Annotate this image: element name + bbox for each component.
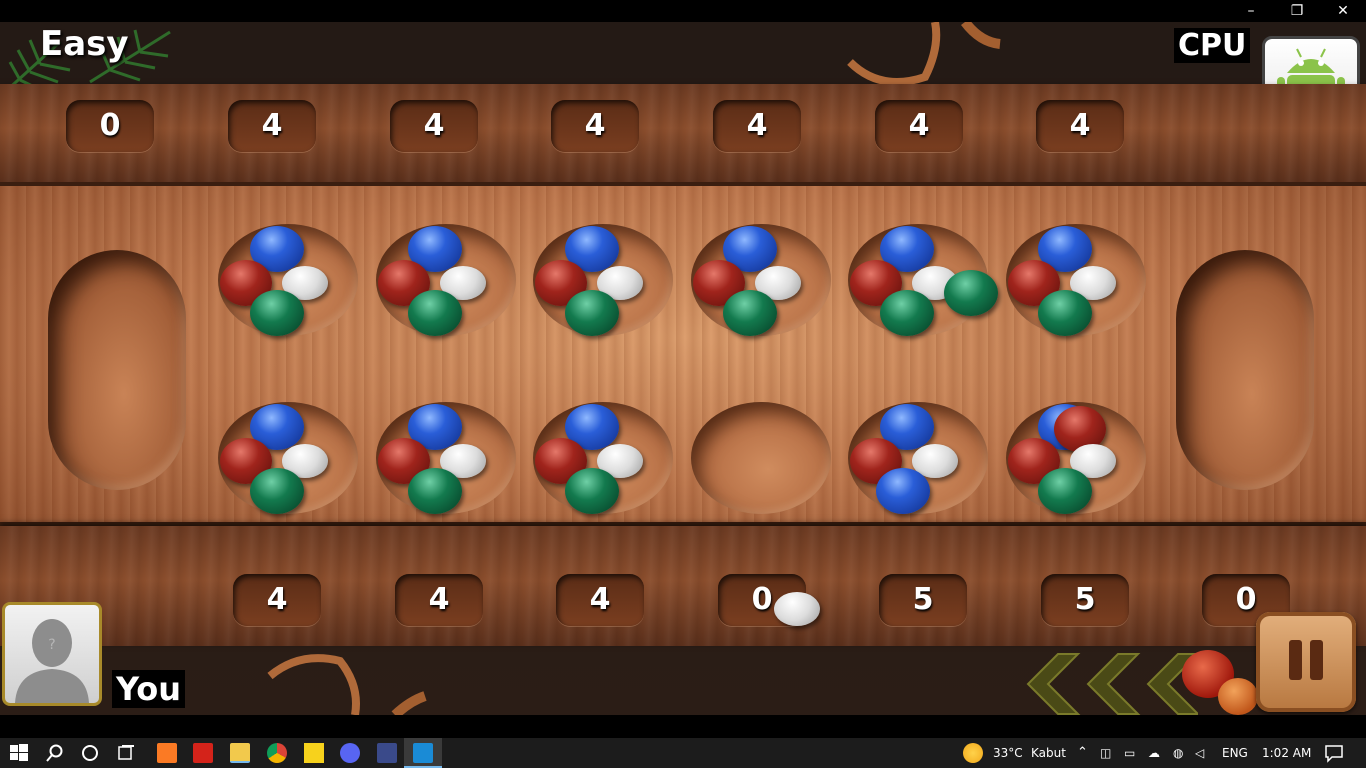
opponent-pit-count: 4 (1036, 100, 1124, 152)
xampp-icon[interactable] (157, 743, 177, 763)
tray-icon[interactable]: ◫ (1100, 738, 1111, 768)
green-marble (250, 468, 304, 514)
cortana-icon[interactable] (80, 743, 100, 763)
player-pit-count: 4 (556, 574, 644, 626)
volume-icon[interactable]: ◁ (1195, 738, 1204, 768)
player-pit-count: 5 (1041, 574, 1129, 626)
battery-icon[interactable]: ▭ (1124, 738, 1135, 768)
minimize-icon: – (1247, 3, 1255, 19)
weather-icon[interactable] (963, 743, 983, 763)
opponent-pit (848, 224, 998, 336)
cinnamon-decoration (267, 654, 427, 715)
user-silhouette-icon: ? (15, 619, 89, 703)
task-view-icon[interactable] (116, 743, 136, 763)
file-explorer-icon[interactable] (230, 743, 250, 763)
discord-icon[interactable] (340, 743, 360, 763)
player-pit-count: 5 (879, 574, 967, 626)
start-icon[interactable] (9, 743, 29, 763)
restore-icon: ❐ (1290, 3, 1304, 19)
green-marble (408, 468, 462, 514)
mancala-board (0, 182, 1366, 526)
difficulty-label: Easy (40, 24, 129, 64)
opponent-rail (0, 84, 1366, 182)
opponent-pit (1006, 224, 1146, 336)
player-pit[interactable] (1006, 402, 1146, 514)
chevron-up-icon[interactable]: ⌃ (1077, 738, 1088, 768)
green-marble (565, 468, 619, 514)
opponent-label: CPU (1174, 28, 1251, 63)
opponent-pit-count: 4 (551, 100, 639, 152)
green-marble (880, 290, 934, 336)
blue-marble (876, 468, 930, 514)
sticky-notes-icon[interactable] (304, 743, 324, 763)
game-area: Easy CPU 0 4 4 4 4 4 4 4 4 4 0 5 5 0 ? Y… (0, 22, 1366, 715)
close-button[interactable]: ✕ (1320, 0, 1366, 22)
player-pit-count: 4 (233, 574, 321, 626)
notification-icon[interactable] (1324, 743, 1344, 763)
window-titlebar: – ❐ ✕ (0, 0, 1366, 22)
player-avatar: ? (2, 602, 102, 706)
opponent-pit-count: 4 (875, 100, 963, 152)
opponent-pit-count: 4 (228, 100, 316, 152)
green-marble (723, 290, 777, 336)
player-pit-empty[interactable] (691, 402, 831, 514)
white-marble-moving (774, 592, 820, 626)
opponent-store (48, 250, 186, 490)
avatar-question-mark: ? (48, 637, 55, 653)
green-marble (408, 290, 462, 336)
green-marble (565, 290, 619, 336)
search-icon[interactable] (45, 743, 65, 763)
turn-arrows-icon (1026, 653, 1198, 715)
opponent-store-count: 0 (66, 100, 154, 152)
opponent-pit (376, 224, 516, 336)
weather-desc[interactable]: Kabut (1031, 738, 1066, 768)
player-pit[interactable] (218, 402, 358, 514)
onedrive-icon[interactable]: ☁ (1148, 738, 1160, 768)
pause-button[interactable] (1256, 612, 1356, 712)
player-pit[interactable] (533, 402, 673, 514)
opponent-pit-count: 4 (390, 100, 478, 152)
player-store (1176, 250, 1314, 490)
weather-temp[interactable]: 33°C (993, 738, 1023, 768)
opponent-pit-count: 4 (713, 100, 801, 152)
chrome-icon[interactable] (267, 743, 287, 763)
green-marble (1038, 468, 1092, 514)
green-marble (1038, 290, 1092, 336)
network-icon[interactable]: ◍ (1173, 738, 1183, 768)
player-pit-count: 4 (395, 574, 483, 626)
player-pit[interactable] (376, 402, 516, 514)
close-icon: ✕ (1337, 3, 1349, 19)
green-marble (250, 290, 304, 336)
opponent-pit (218, 224, 358, 336)
app-icon[interactable] (377, 743, 397, 763)
media-player-icon[interactable] (413, 743, 433, 763)
ornament-decoration (1218, 678, 1258, 715)
minimize-button[interactable]: – (1228, 0, 1274, 22)
green-marble-moving (944, 270, 998, 316)
restore-button[interactable]: ❐ (1274, 0, 1320, 22)
opponent-pit (691, 224, 831, 336)
cinnamon-decoration (847, 22, 1001, 86)
player-rail (0, 526, 1366, 646)
clock[interactable]: 1:02 AM (1262, 738, 1311, 768)
player-label: You (112, 670, 185, 708)
opponent-pit (533, 224, 673, 336)
taskbar: 33°C Kabut ⌃ ◫ ▭ ☁ ◍ ◁ ENG 1:02 AM (0, 738, 1366, 768)
acrobat-icon[interactable] (193, 743, 213, 763)
player-pit[interactable] (848, 402, 988, 514)
language-indicator[interactable]: ENG (1222, 738, 1248, 768)
